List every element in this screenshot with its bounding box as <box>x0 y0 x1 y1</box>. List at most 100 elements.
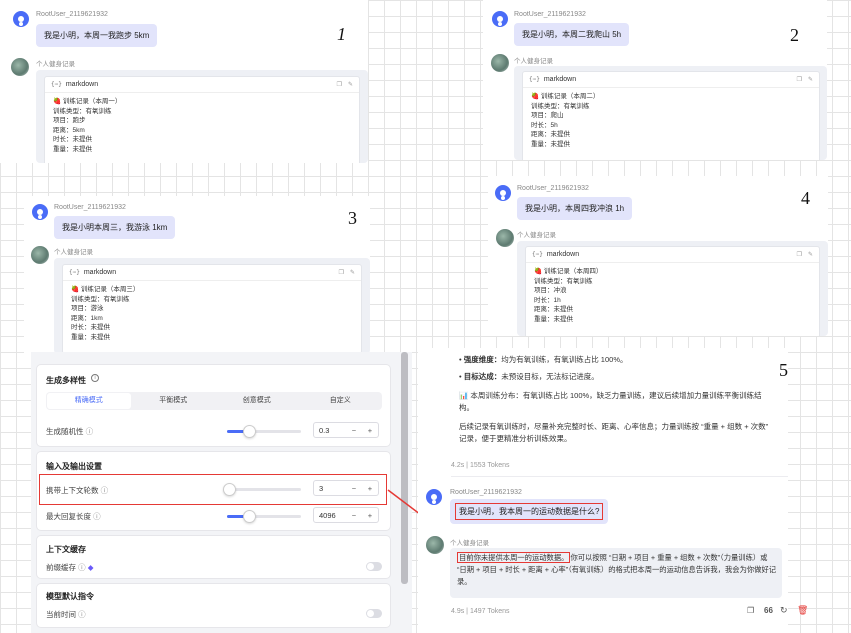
edit-icon[interactable]: ✎ <box>808 76 813 83</box>
increment-button[interactable]: + <box>362 511 378 520</box>
code-block: {⋯} markdown ❐ ✎ 🍓 训练记录（本周四） 训练类型：有氧训练 项目：冲… <box>525 246 820 336</box>
delete-icon[interactable]: 🗑 <box>797 605 808 616</box>
code-block: {⋯} markdown ❐ ✎ 🍓 训练记录（本周二） 训练类型：有氧训练 项目：爬… <box>522 71 820 160</box>
copy-icon[interactable]: ❐ <box>797 76 802 83</box>
info-icon: i <box>91 374 99 382</box>
code-line: 重量：未提供 <box>71 333 110 341</box>
max-length-label: 最大回复长度 ⓘ <box>46 512 101 521</box>
code-line: 距离：5km <box>53 126 85 134</box>
response-meta: 4.2s | 1553 Tokens <box>451 462 510 469</box>
current-time-label: 当前时间 ⓘ <box>46 610 86 619</box>
default-title: 模型默认指令 <box>46 592 94 601</box>
prefix-cache-label: 前缀缓存 ⓘ ◆ <box>46 563 94 572</box>
info-icon: ⓘ <box>78 610 86 619</box>
username: RootUser_2119621932 <box>450 489 522 496</box>
user-message: 我是小明，本周二我爬山 5h <box>514 23 630 46</box>
username: RootUser_2119621932 <box>54 204 126 211</box>
user-avatar <box>495 185 511 201</box>
copy-icon[interactable]: ❐ <box>337 81 342 88</box>
panel-number: 5 <box>779 360 788 380</box>
quote-icon[interactable]: 66 <box>764 606 773 615</box>
context-cache-section: 上下文缓存 前缀缓存 ⓘ ◆ <box>36 535 391 579</box>
randomness-slider[interactable] <box>227 425 301 438</box>
highlight-box <box>39 474 387 505</box>
user-message: 我是小明本周三，我游泳 1km <box>54 216 176 239</box>
code-line: 训练类型：有氧训练 <box>531 102 590 110</box>
prefix-cache-toggle[interactable] <box>366 562 382 571</box>
info-icon: ⓘ <box>93 512 101 521</box>
tab-creative[interactable]: 创意模式 <box>215 392 299 410</box>
divider <box>451 476 788 477</box>
max-length-stepper[interactable]: 4096− + <box>313 507 379 523</box>
tip-text: 后续记录有氧训练时，尽量补充完整时长、距离、心率信息；力量训练按 “重量 + 组… <box>459 422 769 443</box>
code-line: 时长：未提供 <box>53 136 92 143</box>
decrement-button[interactable]: − <box>346 426 362 435</box>
assistant-avatar <box>491 54 509 72</box>
info-icon: ⓘ <box>85 427 94 436</box>
code-line: 距离：未提供 <box>534 306 573 313</box>
cache-title: 上下文缓存 <box>46 545 86 554</box>
user-question: 我是小明，我本周一的运动数据是什么? <box>450 499 609 524</box>
edit-icon[interactable]: ✎ <box>808 251 813 258</box>
current-time-toggle[interactable] <box>366 609 382 618</box>
bullet-goal: • 目标达成：未预设目标，无法标记进度。 <box>459 372 599 381</box>
assistant-message: {⋯} markdown ❐ ✎ 🍓 训练记录（本周四） 训练类型：有氧训练 项目：冲… <box>517 241 828 336</box>
randomness-label: 生成随机性 ⓘ <box>46 427 94 436</box>
screenshot-panel-4: RootUser_2119621932 我是小明，本周四我冲浪 1h 4 个人健… <box>488 176 828 336</box>
copy-icon[interactable]: ❐ <box>747 606 754 615</box>
screenshot-panel-2: RootUser_2119621932 我是小明，本周二我爬山 5h 2 个人健… <box>483 0 827 160</box>
user-avatar <box>13 11 29 27</box>
tab-balanced[interactable]: 平衡模式 <box>132 392 216 410</box>
code-block: {⋯} markdown ❐ ✎ 🍓 训练记录（本周三） 训练类型：有氧训练 项目：游… <box>62 264 362 354</box>
code-line: 重量：未提供 <box>531 140 570 148</box>
decrement-button[interactable]: − <box>346 511 362 520</box>
default-instruction-section: 模型默认指令 当前时间 ⓘ <box>36 583 391 628</box>
tab-custom[interactable]: 自定义 <box>299 392 383 410</box>
panel-number: 4 <box>801 188 810 208</box>
code-line: 项目：爬山 <box>531 112 564 119</box>
assistant-avatar <box>31 246 49 264</box>
assistant-label: 个人健身记录 <box>54 249 93 256</box>
code-line: 距离：未提供 <box>531 131 570 138</box>
user-message: 我是小明，本周四我冲浪 1h <box>517 197 633 220</box>
code-line: 重量：未提供 <box>53 145 92 153</box>
randomness-stepper[interactable]: 0.3− + <box>313 422 379 438</box>
code-line: 🍓 训练记录（本周一） <box>53 98 122 105</box>
tab-precise[interactable]: 精确模式 <box>47 393 131 409</box>
assistant-avatar <box>11 58 29 76</box>
code-line: 项目：游泳 <box>71 305 104 312</box>
user-avatar <box>32 204 48 220</box>
max-length-slider[interactable] <box>227 510 301 523</box>
increment-button[interactable]: + <box>362 426 378 435</box>
code-line: 🍓 训练记录（本周四） <box>534 268 603 275</box>
assistant-message: {⋯} markdown ❐ ✎ 🍓 训练记录（本周三） 训练类型：有氧训练 项目：游… <box>54 258 370 354</box>
assistant-label: 个人健身记录 <box>36 61 75 68</box>
copy-icon[interactable]: ❐ <box>797 251 802 258</box>
panel-number: 2 <box>790 25 799 45</box>
code-lang: markdown <box>543 76 577 83</box>
slider-handle[interactable] <box>243 425 256 438</box>
assistant-label: 个人健身记录 <box>517 232 556 239</box>
copy-icon[interactable]: ❐ <box>339 269 344 276</box>
diversity-section: 生成多样性 i 精确模式 平衡模式 创意模式 自定义 生成随机性 ⓘ 0.3− + <box>36 364 391 447</box>
chat-panel: 5 • 强度维度：均为有氧训练，有氧训练占比 100%。 • 目标达成：未预设目… <box>418 348 788 633</box>
regenerate-icon[interactable]: ↻ <box>780 605 788 616</box>
code-block: {⋯} markdown ❐ ✎ 🍓 训练记录（本周一） 训练类型：有氧训练 项目：跑… <box>44 76 360 163</box>
code-line: 时长：1h <box>534 296 561 304</box>
code-line: 项目：冲浪 <box>534 287 567 294</box>
answer-highlight: 目前你未提供本周一的运动数据。 <box>457 552 571 563</box>
code-icon: {⋯} <box>529 76 540 83</box>
username: RootUser_2119621932 <box>36 11 108 18</box>
code-line: 重量：未提供 <box>534 315 573 323</box>
screenshot-panel-1: RootUser_2119621932 我是小明，本周一我跑步 5km 1 个人… <box>0 0 368 163</box>
slider-handle[interactable] <box>243 510 256 523</box>
edit-icon[interactable]: ✎ <box>348 81 353 88</box>
code-line: 训练类型：有氧训练 <box>534 277 593 285</box>
user-avatar <box>492 11 508 27</box>
user-avatar <box>426 489 442 505</box>
code-lang: markdown <box>83 269 117 276</box>
assistant-label: 个人健身记录 <box>514 58 553 65</box>
code-line: 训练类型：有氧训练 <box>71 295 130 303</box>
settings-scrollbar[interactable] <box>401 352 408 584</box>
edit-icon[interactable]: ✎ <box>350 269 355 276</box>
